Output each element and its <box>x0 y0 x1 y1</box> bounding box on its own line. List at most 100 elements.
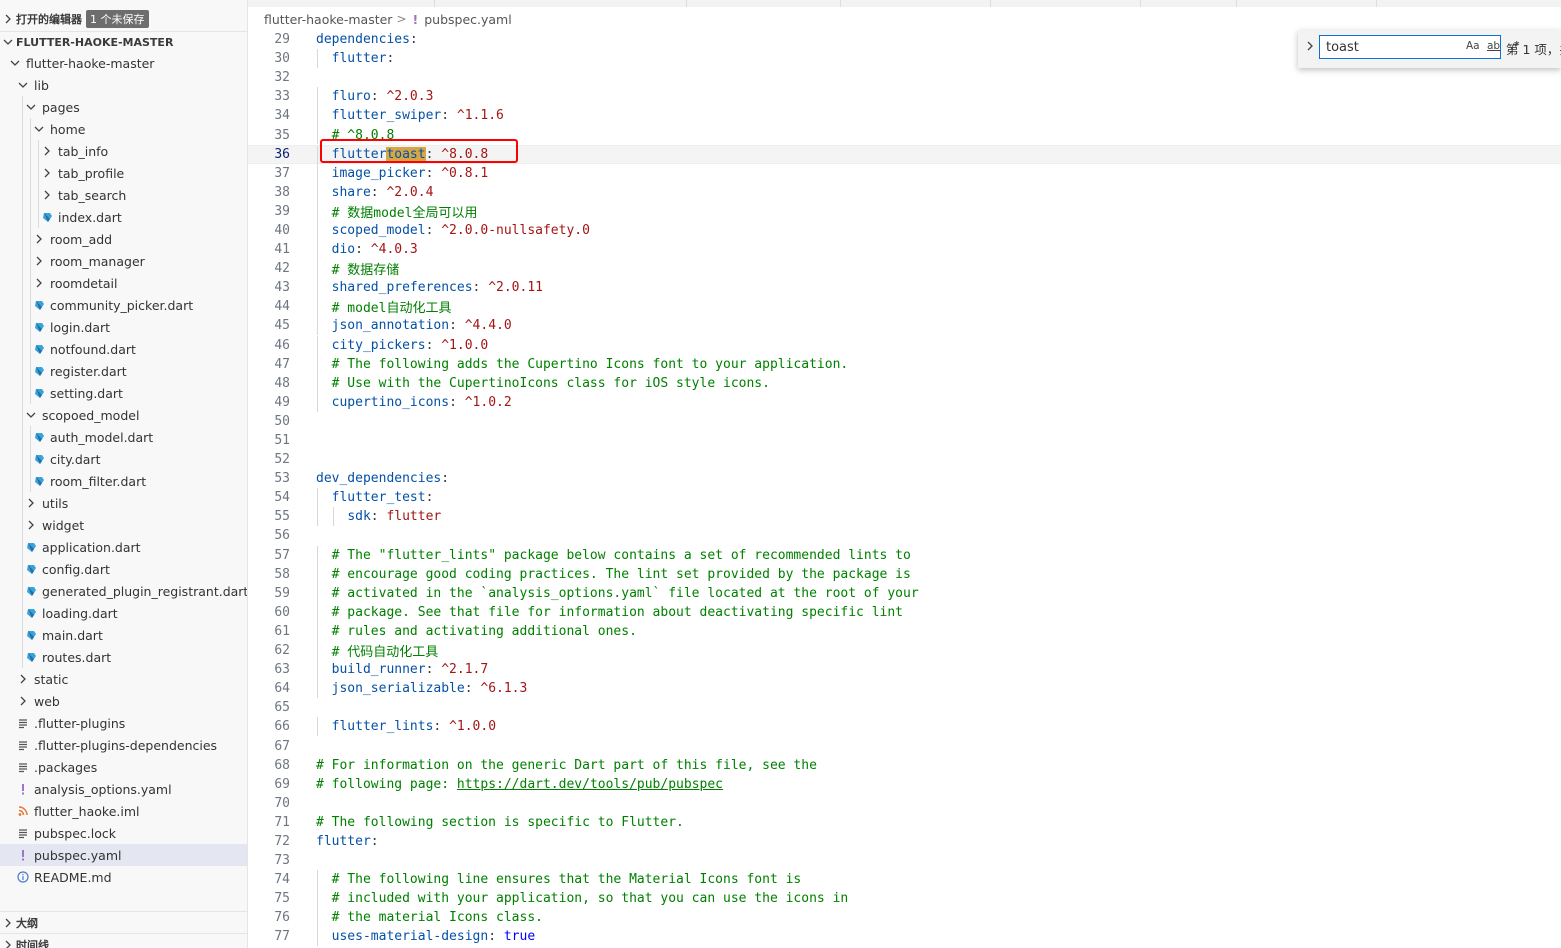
code-line[interactable]: 59 # activated in the `analysis_options.… <box>248 583 1561 603</box>
tree-file[interactable]: room_filter.dart <box>0 470 247 492</box>
tree-file[interactable]: main.dart <box>0 624 247 646</box>
code-line[interactable]: 33 fluro: ^2.0.3 <box>248 87 1561 107</box>
code-line[interactable]: 58 # encourage good coding practices. Th… <box>248 564 1561 584</box>
tree-file[interactable]: loading.dart <box>0 602 247 624</box>
code-line[interactable]: 49 cupertino_icons: ^1.0.2 <box>248 392 1561 412</box>
code-line[interactable]: 48 # Use with the CupertinoIcons class f… <box>248 373 1561 393</box>
code-token[interactable]: https://dart.dev/tools/pub/pubspec <box>457 777 723 792</box>
tree-folder[interactable]: roomdetail <box>0 272 247 294</box>
tree-folder[interactable]: widget <box>0 514 247 536</box>
match-word-icon[interactable]: ab <box>1487 40 1500 52</box>
code-line[interactable]: 77 uses-material-design: true <box>248 927 1561 947</box>
code-line[interactable]: 70 <box>248 794 1561 813</box>
text-file-icon <box>16 716 30 730</box>
code-line[interactable]: 68 # For information on the generic Dart … <box>248 756 1561 775</box>
code-line[interactable]: 74 # The following line ensures that the… <box>248 870 1561 890</box>
tree-folder[interactable]: static <box>0 668 247 690</box>
tree-file[interactable]: notfound.dart <box>0 338 247 360</box>
toggle-replace-chevron-icon[interactable] <box>1304 40 1316 52</box>
code-line[interactable]: 39 # 数据model全局可以用 <box>248 201 1561 221</box>
code-line[interactable]: 32 <box>248 68 1561 87</box>
tree-folder[interactable]: pages <box>0 96 247 118</box>
code-line[interactable]: 69 # following page: https://dart.dev/too… <box>248 775 1561 794</box>
tree-file[interactable]: .packages <box>0 756 247 778</box>
code-line[interactable]: 60 # package. See that file for informat… <box>248 602 1561 622</box>
code-view[interactable]: 29 dependencies: 30 flutter: 32 33 fluro: ^2… <box>248 30 1561 947</box>
code-line[interactable]: 57 # The "flutter_lints" package below c… <box>248 545 1561 565</box>
code-line[interactable]: 46 city_pickers: ^1.0.0 <box>248 335 1561 355</box>
tree-folder[interactable]: tab_profile <box>0 162 247 184</box>
outline-label: 大纲 <box>16 917 38 930</box>
code-line[interactable]: 67 <box>248 736 1561 755</box>
project-header[interactable]: FLUTTER-HAOKE-MASTER <box>0 31 247 53</box>
tree-file[interactable]: city.dart <box>0 448 247 470</box>
tree-file[interactable]: pubspec.lock <box>0 822 247 844</box>
code-line[interactable]: 44 # model自动化工具 <box>248 297 1561 316</box>
indent-guide <box>30 140 31 162</box>
breadcrumb-file[interactable]: pubspec.yaml <box>424 12 511 27</box>
code-line[interactable]: 62 # 代码自动化工具 <box>248 641 1561 660</box>
code-text: uses-material-design: true <box>316 929 536 944</box>
code-line[interactable]: 52 <box>248 450 1561 469</box>
tree-folder[interactable]: room_add <box>0 228 247 250</box>
dart-file-icon <box>32 364 46 378</box>
code-line[interactable]: 63 build_runner: ^2.1.7 <box>248 660 1561 680</box>
outline-header[interactable]: 大纲 <box>0 912 247 934</box>
code-line[interactable]: 47 # The following adds the Cupertino Ic… <box>248 354 1561 374</box>
code-line[interactable]: 45 json_annotation: ^4.4.0 <box>248 316 1561 336</box>
tree-file[interactable]: .flutter-plugins <box>0 712 247 734</box>
tree-file[interactable]: routes.dart <box>0 646 247 668</box>
tree-file[interactable]: community_picker.dart <box>0 294 247 316</box>
timeline-header[interactable]: 时间线 <box>0 934 247 948</box>
code-line[interactable]: 42 # 数据存储 <box>248 259 1561 278</box>
tree-file[interactable]: index.dart <box>0 206 247 228</box>
indent-guide <box>22 470 23 492</box>
tree-file[interactable]: flutter_haoke.iml <box>0 800 247 822</box>
tree-folder[interactable]: tab_info <box>0 140 247 162</box>
match-case-icon[interactable]: Aa <box>1466 40 1480 52</box>
code-line[interactable]: 66 flutter_lints: ^1.0.0 <box>248 717 1561 737</box>
code-line[interactable]: 50 <box>248 412 1561 431</box>
code-line[interactable]: 37 image_picker: ^0.8.1 <box>248 163 1561 183</box>
tree-folder[interactable]: lib <box>0 74 247 96</box>
code-line[interactable]: 54 flutter_test: <box>248 488 1561 508</box>
code-line[interactable]: 43 shared_preferences: ^2.0.11 <box>248 278 1561 298</box>
tree-file[interactable]: analysis_options.yaml <box>0 778 247 800</box>
code-line[interactable]: 34 flutter_swiper: ^1.1.6 <box>248 106 1561 126</box>
code-line[interactable]: 76 # the material Icons class. <box>248 908 1561 928</box>
code-line[interactable]: 71 # The following section is specific to… <box>248 813 1561 832</box>
tree-folder[interactable]: room_manager <box>0 250 247 272</box>
tree-folder[interactable]: scopoed_model <box>0 404 247 426</box>
code-line[interactable]: 56 <box>248 526 1561 545</box>
tree-folder[interactable]: home <box>0 118 247 140</box>
dart-file-icon <box>32 430 46 444</box>
code-line[interactable]: 55 sdk: flutter <box>248 507 1561 527</box>
tree-folder[interactable]: web <box>0 690 247 712</box>
open-editors-header[interactable]: 打开的编辑器 1 个未保存 <box>0 8 247 30</box>
tree-file[interactable]: setting.dart <box>0 382 247 404</box>
tree-file[interactable]: README.md <box>0 866 247 888</box>
code-line[interactable]: 65 <box>248 698 1561 717</box>
tree-file[interactable]: register.dart <box>0 360 247 382</box>
breadcrumb-folder[interactable]: flutter-haoke-master <box>264 12 392 27</box>
code-line[interactable]: 64 json_serializable: ^6.1.3 <box>248 679 1561 699</box>
tree-file[interactable]: login.dart <box>0 316 247 338</box>
tree-folder[interactable]: tab_search <box>0 184 247 206</box>
tree-file[interactable]: .flutter-plugins-dependencies <box>0 734 247 756</box>
code-line[interactable]: 51 <box>248 431 1561 450</box>
code-line[interactable]: 61 # rules and activating additional one… <box>248 621 1561 641</box>
tree-file[interactable]: pubspec.yaml <box>0 844 247 866</box>
tree-file[interactable]: auth_model.dart <box>0 426 247 448</box>
tree-file[interactable]: generated_plugin_registrant.dart <box>0 580 247 602</box>
tree-folder[interactable]: utils <box>0 492 247 514</box>
tree-file[interactable]: config.dart <box>0 558 247 580</box>
code-line[interactable]: 53 dev_dependencies: <box>248 469 1561 488</box>
code-line[interactable]: 41 dio: ^4.0.3 <box>248 240 1561 260</box>
tree-folder[interactable]: flutter-haoke-master <box>0 52 247 74</box>
code-line[interactable]: 75 # included with your application, so … <box>248 889 1561 909</box>
code-line[interactable]: 72 flutter: <box>248 832 1561 851</box>
tree-file[interactable]: application.dart <box>0 536 247 558</box>
code-line[interactable]: 40 scoped_model: ^2.0.0-nullsafety.0 <box>248 220 1561 240</box>
code-line[interactable]: 38 share: ^2.0.4 <box>248 182 1561 202</box>
code-line[interactable]: 73 <box>248 851 1561 870</box>
